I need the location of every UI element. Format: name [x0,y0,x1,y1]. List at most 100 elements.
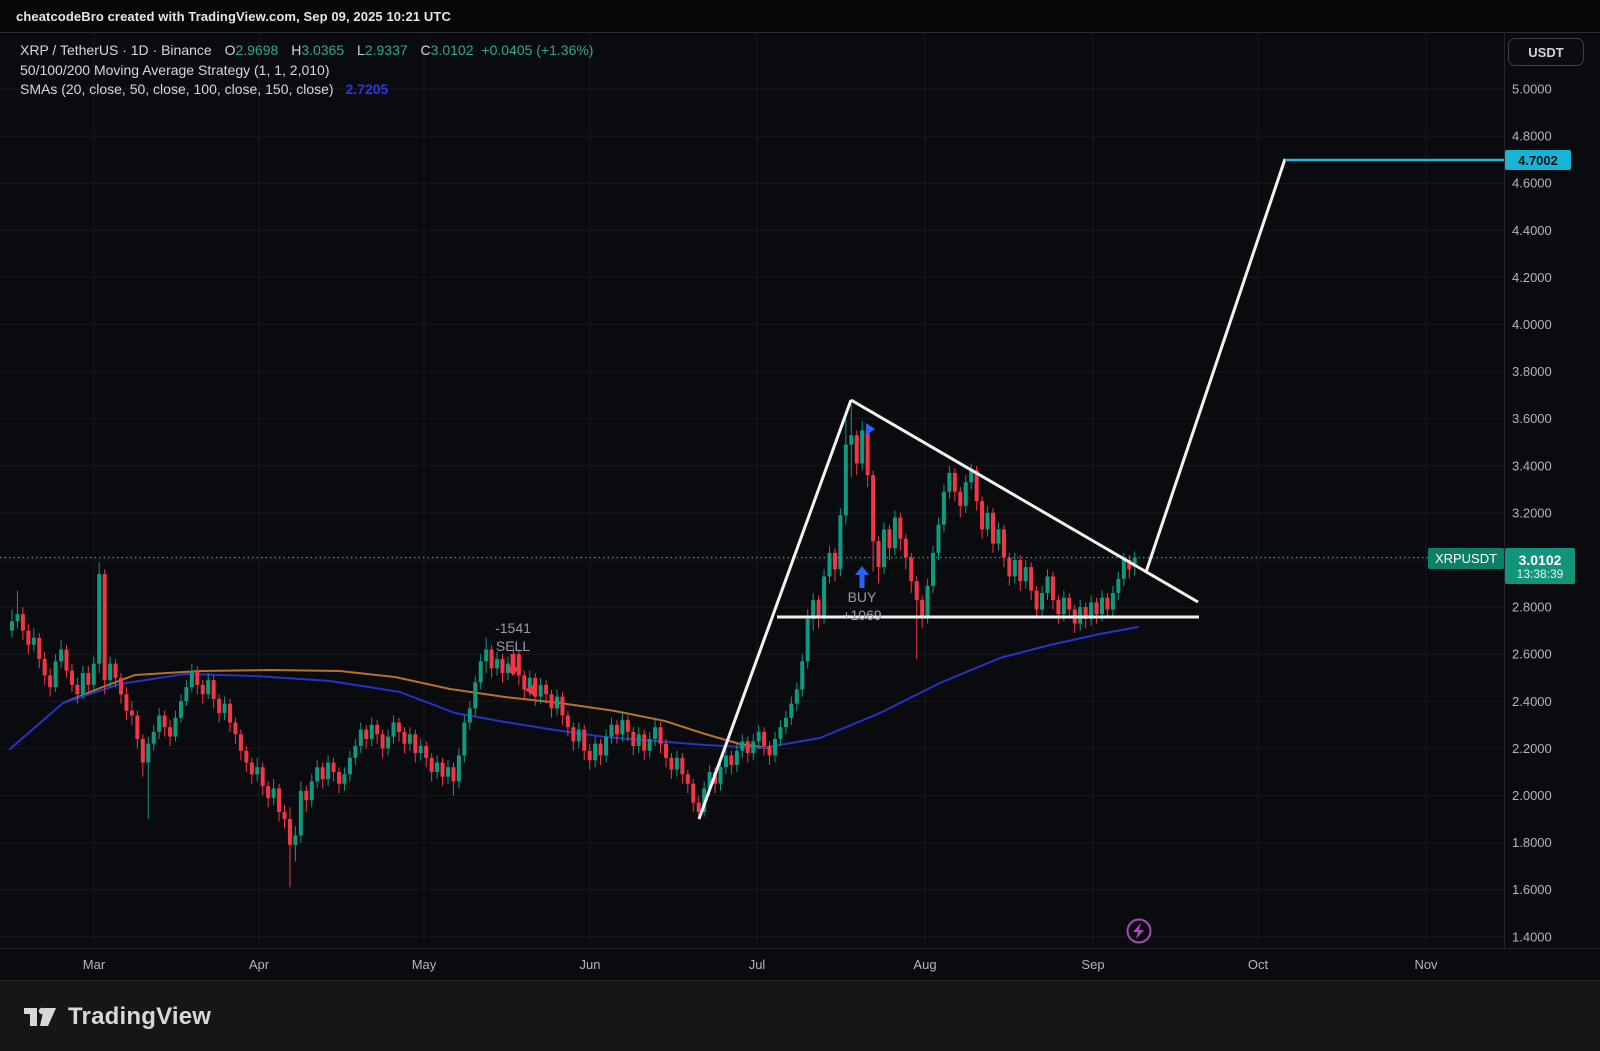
time-axis-separator[interactable] [0,948,1600,949]
time-tick-label: Oct [1248,957,1269,972]
candle-body [119,678,123,694]
candle-body [947,473,951,492]
candle-body [212,680,216,699]
candle-body [577,730,581,742]
candle-body [10,621,14,630]
candle-body [195,671,199,685]
tradingview-logo-icon [22,1003,58,1031]
candle-body [762,732,766,746]
price-tick-label: 5.0000 [1512,82,1552,97]
candle-body [244,751,248,763]
candle-body [550,694,554,708]
candle-body [114,664,118,678]
last-price-label: 3.0102 13:38:39 [1505,548,1575,584]
candle-body [909,558,913,582]
candle-body [1095,602,1099,614]
candle-body [822,576,826,616]
candle-body [495,659,499,668]
candle-body [659,727,663,743]
candle-body [37,638,41,659]
candle-body [141,739,145,763]
candle-body [157,715,161,731]
candle-body [392,722,396,736]
attribution-text: cheatcodeBro created with TradingView.co… [16,9,451,24]
candle-body [828,553,832,577]
candle-body [310,781,314,800]
candle-body [778,727,782,739]
symbol-price-tag: XRPUSDT [1428,548,1504,569]
strategy-header-row[interactable]: 50/100/200 Moving Average Strategy (1, 1… [20,62,330,78]
buy-order-triangle-icon [866,423,875,435]
price-tick-label: 4.2000 [1512,270,1552,285]
high-label: H [291,42,301,58]
candle-body [255,767,259,774]
candle-body [168,727,172,736]
candle-body [784,718,788,727]
close-value: 3.0102 [431,42,474,58]
candle-body [560,697,564,716]
candle-body [332,763,336,772]
attribution-bar: cheatcodeBro created with TradingView.co… [0,0,1600,33]
candle-body [108,664,112,680]
smas-title: SMAs (20, close, 50, close, 100, close, … [20,81,334,97]
candle-body [1040,593,1044,609]
price-tick-label: 1.4000 [1512,929,1552,944]
candle-body [686,774,690,783]
candle-body [877,541,881,567]
candle-body [32,638,36,645]
sell-marker-label: SELL [496,638,530,654]
smas-header-row[interactable]: SMAs (20, close, 50, close, 100, close, … [20,81,388,97]
candle-body [882,529,886,567]
footer-bar: TradingView [0,980,1600,1051]
candle-body [441,763,445,777]
candle-body [266,786,270,798]
symbol-header-row[interactable]: XRP / TetherUS · 1D · Binance O2.9698 H3… [20,42,593,58]
buy-marker-value: +1069 [842,607,882,623]
candle-body [893,518,897,549]
candle-body [751,741,755,753]
candle-body [135,715,139,739]
candle-body [462,722,466,755]
change-value: +0.0405 (+1.36%) [481,42,593,58]
candle-body [773,739,777,755]
candle-body [1122,560,1126,579]
candle-body [833,553,837,569]
candle-body [163,715,167,727]
candle-body [724,755,728,767]
candle-body [348,758,352,774]
candle-body [593,744,597,760]
candle-body [81,673,85,694]
candle-body [1116,579,1120,593]
price-tick-label: 3.8000 [1512,364,1552,379]
candle-body [228,704,232,723]
candle-body [353,746,357,758]
candle-body [179,701,183,717]
time-tick-label: Aug [913,957,936,972]
candle-body [757,732,761,741]
candle-body [1111,593,1115,609]
candle-body [555,697,559,709]
price-tick-label: 1.8000 [1512,835,1552,850]
candle-body [321,767,325,779]
candle-body [184,687,188,701]
candle-body [610,725,614,737]
candle-body [484,649,488,661]
candle-body [697,803,701,812]
candle-body [642,734,646,750]
candle-body [631,732,635,746]
candle-body [261,767,265,786]
candle-body [620,720,624,734]
candle-body [75,685,79,694]
currency-toggle-button[interactable]: USDT [1508,38,1584,66]
candlestick-plot[interactable]: BUY+1069-1541SELL5.00004.80004.60004.400… [0,32,1600,1051]
candle-body [926,586,930,617]
candle-body [419,746,423,753]
candle-body [364,730,368,739]
candle-body [588,751,592,760]
price-tick-label: 4.6000 [1512,176,1552,191]
candle-body [1062,598,1066,614]
candle-body [288,819,292,845]
candle-body [435,763,439,772]
candle-body [250,763,254,775]
candle-body [146,744,150,763]
